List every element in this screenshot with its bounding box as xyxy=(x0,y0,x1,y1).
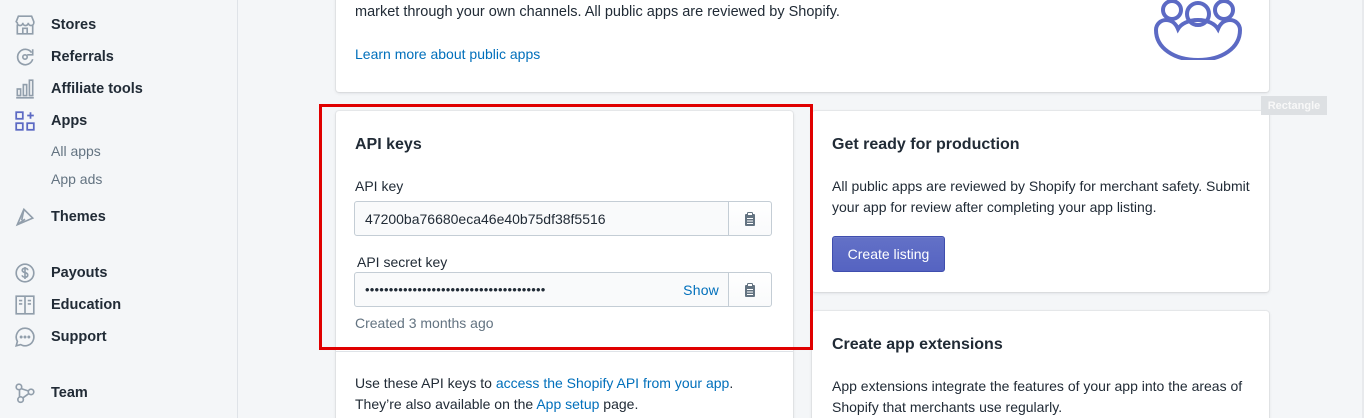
sidebar-item-stores[interactable]: Stores xyxy=(0,11,238,39)
show-secret-link[interactable]: Show xyxy=(683,282,719,298)
themes-icon xyxy=(14,206,36,228)
chat-icon xyxy=(14,326,36,348)
sidebar-item-label: Themes xyxy=(51,209,106,225)
api-secret-key-value: •••••••••••••••••••••••••••••••••••••• xyxy=(365,282,546,297)
sidebar-item-payouts[interactable]: Payouts xyxy=(0,259,238,287)
chart-icon xyxy=(14,78,36,100)
api-note-text: Use these API keys to xyxy=(355,375,496,391)
extensions-card: Create app extensions App extensions int… xyxy=(812,311,1269,418)
extensions-title: Create app extensions xyxy=(832,336,1003,353)
book-icon xyxy=(14,294,36,316)
sidebar-subitem-all-apps[interactable]: All apps xyxy=(51,143,101,159)
api-key-label: API key xyxy=(355,178,404,194)
api-note-text-2: They’re also available on the xyxy=(355,396,537,412)
api-keys-note: Use these API keys to access the Shopify… xyxy=(355,373,733,415)
sidebar: Stores Referrals Affiliate tools Apps Al… xyxy=(0,0,238,418)
api-keys-card: API keys API key 47200ba76680eca46e40b75… xyxy=(336,111,793,418)
sidebar-item-education[interactable]: Education xyxy=(0,291,238,319)
api-key-input[interactable]: 47200ba76680eca46e40b75df38f5516 xyxy=(355,202,729,235)
rectangle-tag: Rectangle xyxy=(1261,96,1327,115)
public-apps-description: market through your own channels. All pu… xyxy=(355,4,840,20)
shopify-api-link[interactable]: access the Shopify API from your app xyxy=(496,375,729,391)
sidebar-item-label: Stores xyxy=(51,17,97,33)
extensions-description: App extensions integrate the features of… xyxy=(832,378,1243,415)
sidebar-item-themes[interactable]: Themes xyxy=(0,203,238,231)
sidebar-item-label: Payouts xyxy=(51,265,108,281)
apps-icon xyxy=(14,110,36,132)
sidebar-item-referrals[interactable]: Referrals xyxy=(0,43,238,71)
team-icon xyxy=(14,382,36,404)
app-setup-link[interactable]: App setup xyxy=(536,396,599,412)
merchants-illustration-icon xyxy=(1153,0,1243,60)
api-keys-title: API keys xyxy=(355,136,422,153)
production-title: Get ready for production xyxy=(832,136,1020,153)
api-secret-key-field: •••••••••••••••••••••••••••••••••••••• S… xyxy=(354,272,772,307)
copy-api-key-button[interactable] xyxy=(729,202,771,235)
production-description: All public apps are reviewed by Shopify … xyxy=(832,178,1250,215)
dollar-icon xyxy=(14,262,36,284)
api-secret-key-input[interactable]: •••••••••••••••••••••••••••••••••••••• S… xyxy=(355,273,729,306)
store-icon xyxy=(14,14,36,36)
created-timestamp: Created 3 months ago xyxy=(355,315,494,331)
section-divider xyxy=(336,351,793,352)
api-key-field: 47200ba76680eca46e40b75df38f5516 xyxy=(354,201,772,236)
sidebar-item-label: Affiliate tools xyxy=(51,81,143,97)
create-listing-button[interactable]: Create listing xyxy=(832,236,945,272)
sidebar-item-affiliate-tools[interactable]: Affiliate tools xyxy=(0,75,238,103)
sidebar-item-label: Referrals xyxy=(51,49,114,65)
sidebar-item-label: Apps xyxy=(51,113,88,129)
clipboard-icon xyxy=(745,282,755,297)
public-apps-card: market through your own channels. All pu… xyxy=(336,0,1269,92)
production-card: Get ready for production All public apps… xyxy=(812,111,1269,292)
api-secret-key-label: API secret key xyxy=(357,254,448,270)
sidebar-item-apps[interactable]: Apps xyxy=(0,107,238,135)
sidebar-subitem-app-ads[interactable]: App ads xyxy=(51,171,102,187)
learn-more-link[interactable]: Learn more about public apps xyxy=(355,46,540,62)
referral-icon xyxy=(14,46,36,68)
sidebar-item-label: Team xyxy=(51,385,88,401)
sidebar-item-label: Support xyxy=(51,329,107,345)
sidebar-item-label: Education xyxy=(51,297,122,313)
api-note-text-3: page. xyxy=(599,396,639,412)
sidebar-item-team[interactable]: Team xyxy=(0,379,238,407)
api-note-period: . xyxy=(729,375,734,391)
copy-secret-key-button[interactable] xyxy=(729,273,771,306)
sidebar-item-support[interactable]: Support xyxy=(0,323,238,351)
clipboard-icon xyxy=(745,211,755,226)
